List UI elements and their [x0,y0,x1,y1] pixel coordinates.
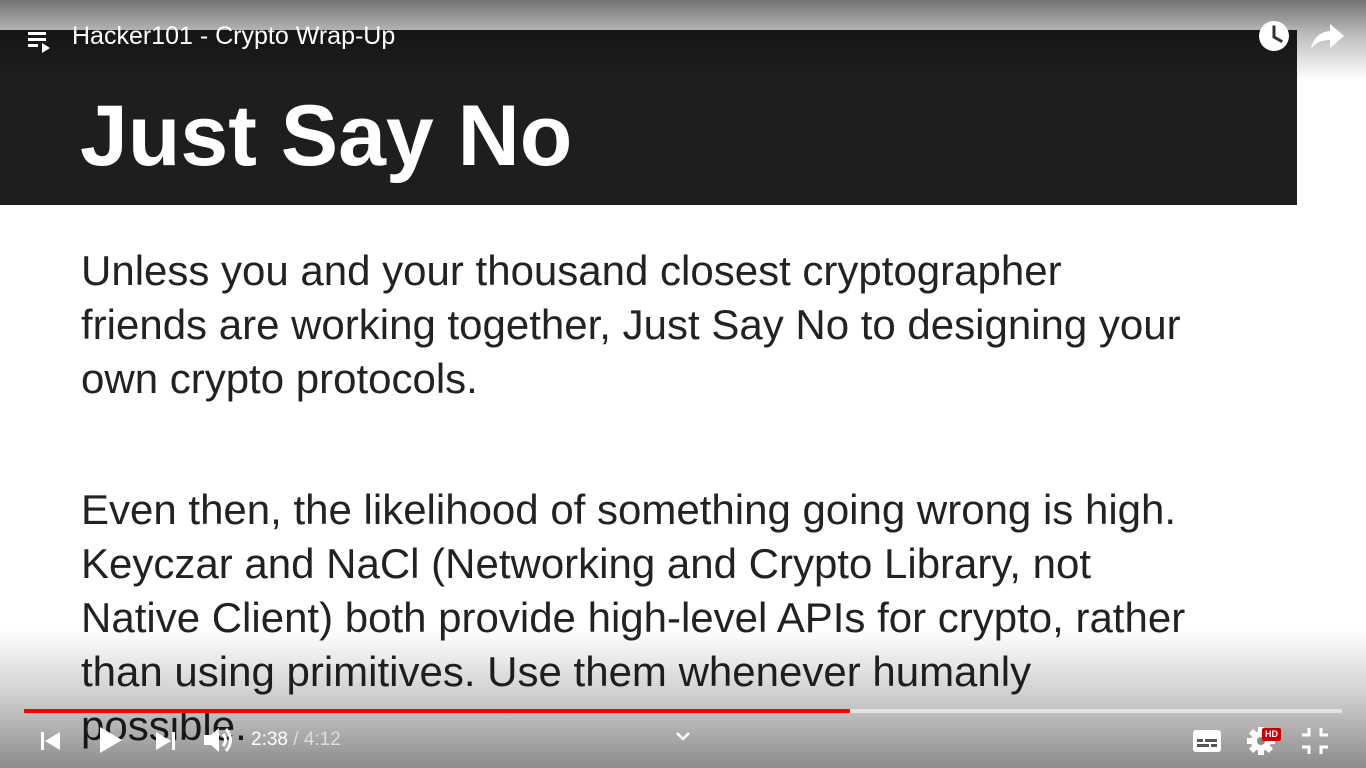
video-title[interactable]: Hacker101 - Crypto Wrap-Up [72,20,395,52]
previous-button[interactable] [36,726,66,756]
time-separator: / [287,729,304,750]
settings-button[interactable]: HD [1244,724,1284,758]
volume-icon [204,728,232,752]
volume-button[interactable] [200,722,238,758]
watch-later-button[interactable] [1256,18,1292,54]
current-time: 2:38 [251,729,288,750]
chevron-down-icon [676,732,690,741]
fullscreen-exit-icon [1302,728,1328,754]
share-button[interactable] [1308,18,1348,54]
play-icon [100,727,122,753]
playlist-button[interactable] [24,24,56,56]
progress-bar[interactable] [24,709,1342,713]
video-player[interactable]: Just Say No Unless you and your thousand… [0,0,1366,768]
exit-fullscreen-button[interactable] [1298,724,1332,758]
time-display: 2:38 / 4:12 [251,728,341,752]
subtitles-icon [1193,730,1221,752]
hd-badge: HD [1262,728,1281,741]
next-button[interactable] [150,726,180,756]
slide-paragraph-1: Unless you and your thousand closest cry… [81,247,1181,402]
share-arrow-icon [1311,24,1344,49]
skip-next-icon [156,732,175,750]
progress-played [24,709,851,713]
duration: 4:12 [303,729,341,750]
clock-icon [1259,21,1289,51]
play-button[interactable] [92,722,128,758]
subtitles-button[interactable] [1190,726,1224,756]
slide-title: Just Say No [80,88,573,184]
skip-previous-icon [41,732,60,750]
more-controls-button[interactable] [672,728,694,746]
playlist-icon [28,32,50,53]
